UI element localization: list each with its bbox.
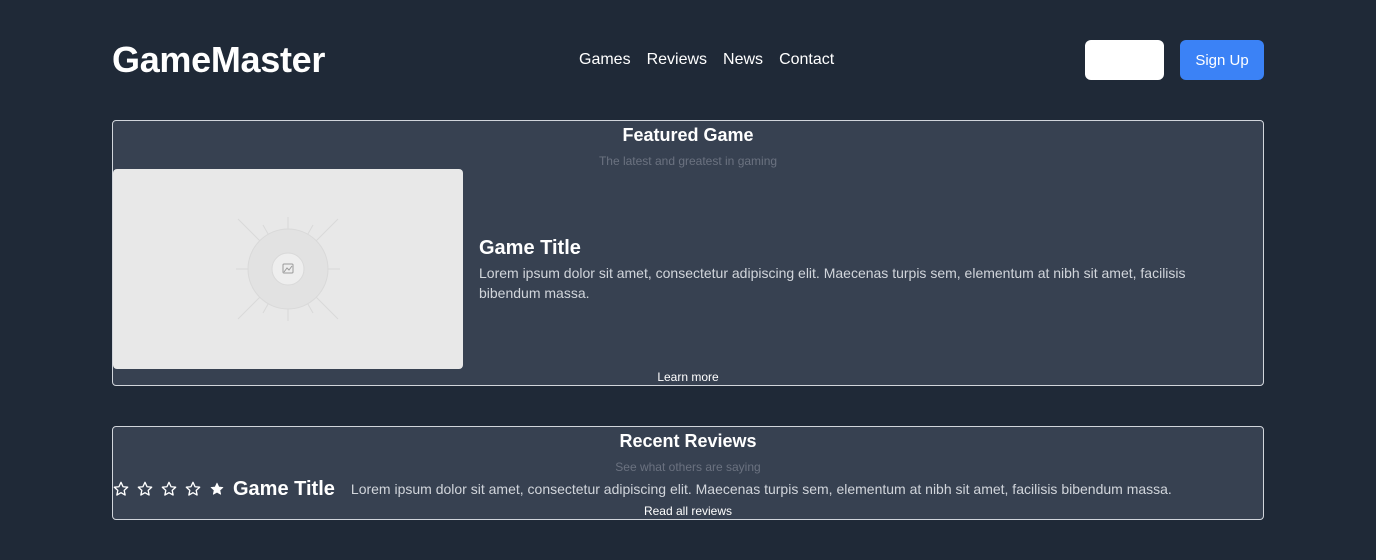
featured-game-card: Featured Game The latest and greatest in…: [112, 120, 1264, 386]
learn-more-link[interactable]: Learn more: [113, 370, 1263, 384]
nav-link-reviews[interactable]: Reviews: [647, 51, 707, 69]
nav-link-games[interactable]: Games: [579, 51, 631, 69]
star-outline-icon[interactable]: [137, 481, 153, 497]
page: GameMaster Games Reviews News Contact Si…: [0, 0, 1376, 560]
recent-reviews-card: Recent Reviews See what others are sayin…: [112, 426, 1264, 520]
site-logo[interactable]: GameMaster: [112, 40, 325, 80]
featured-game-description: Lorem ipsum dolor sit amet, consectetur …: [479, 265, 1186, 301]
reviews-section-title: Recent Reviews: [619, 431, 757, 451]
star-rating: [113, 481, 225, 497]
star-outline-icon[interactable]: [185, 481, 201, 497]
star-filled-icon[interactable]: [209, 481, 225, 497]
featured-game-title: Game Title: [479, 237, 581, 259]
login-button[interactable]: [1085, 40, 1164, 80]
star-outline-icon[interactable]: [161, 481, 177, 497]
review-game-title: Game Title: [233, 477, 335, 500]
reviews-section-subtitle: See what others are saying: [615, 460, 761, 474]
main-nav: Games Reviews News Contact: [579, 40, 834, 80]
signup-button[interactable]: Sign Up: [1180, 40, 1264, 80]
review-item: Game Title Lorem ipsum dolor sit amet, c…: [113, 477, 1172, 501]
image-placeholder-icon: [236, 217, 340, 321]
game-image-placeholder: [113, 169, 463, 369]
review-text: Lorem ipsum dolor sit amet, consectetur …: [350, 481, 1172, 497]
read-all-reviews-link[interactable]: Read all reviews: [113, 504, 1263, 518]
star-outline-icon[interactable]: [113, 481, 129, 497]
featured-section-title: Featured Game: [622, 125, 754, 145]
site-header: GameMaster Games Reviews News Contact Si…: [112, 40, 1264, 80]
featured-section-subtitle: The latest and greatest in gaming: [598, 154, 778, 168]
nav-link-news[interactable]: News: [723, 51, 763, 69]
nav-link-contact[interactable]: Contact: [779, 51, 834, 69]
